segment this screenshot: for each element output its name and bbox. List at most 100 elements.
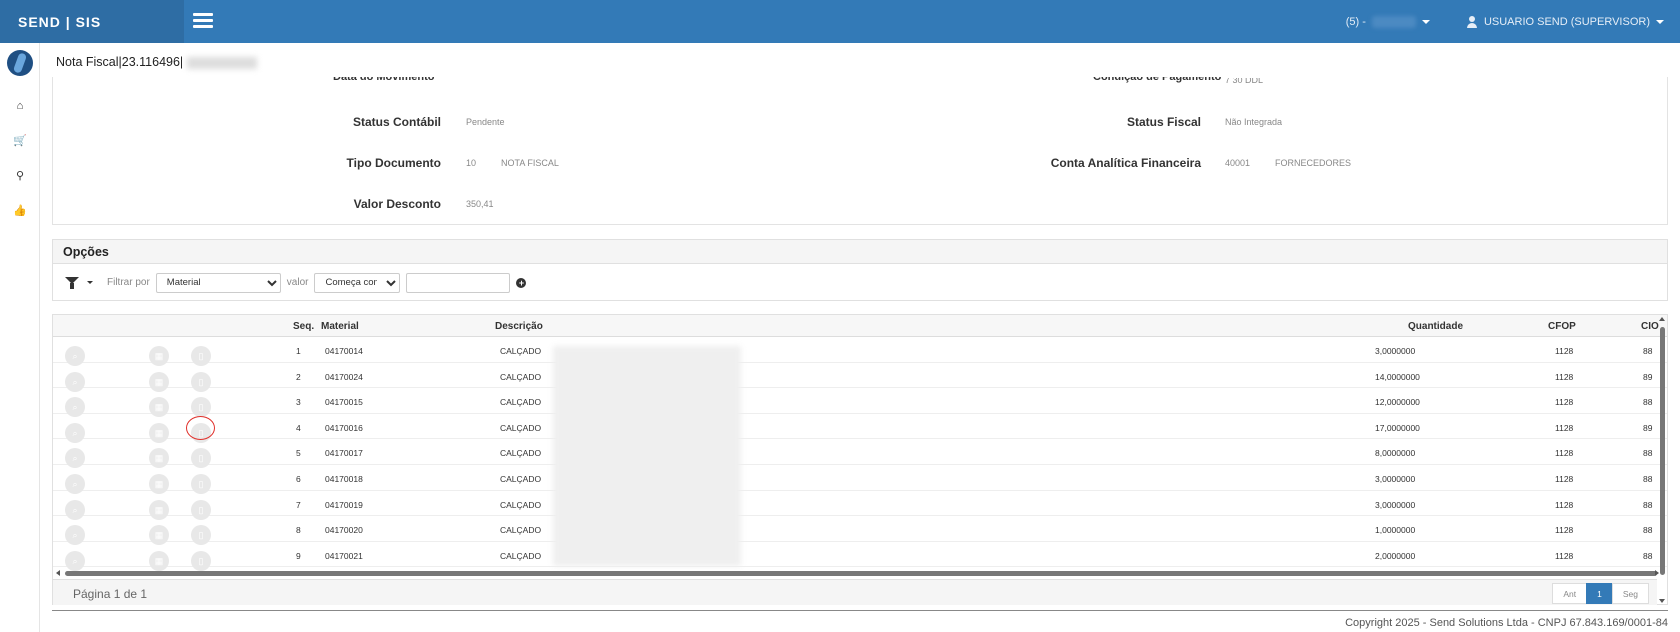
page-title: Nota Fiscal|23.116496|: [56, 55, 258, 69]
pager-next-button[interactable]: Seg: [1611, 583, 1649, 604]
cell-cfop: 1128: [1555, 346, 1574, 356]
cell-cfop: 1128: [1555, 473, 1574, 484]
cell-quantidade: 3,0000000: [1375, 499, 1416, 510]
grid-body: 1 04170014 CALÇADO 3,0000000 1128 88 2 04170024…: [53, 337, 1667, 571]
home-icon[interactable]: ⌂: [0, 88, 40, 123]
column-header-descricao[interactable]: Descrição: [495, 321, 543, 332]
table-row[interactable]: 5 04170017 CALÇADO 8,0000000 1128 88: [53, 439, 1667, 469]
horizontal-scrollbar[interactable]: [53, 568, 1659, 578]
company-label: (5) -: [1345, 15, 1366, 28]
scroll-left-arrow-icon[interactable]: [56, 570, 60, 576]
add-filter-icon[interactable]: +: [516, 277, 527, 288]
pagination: Ant 1 Seg: [1552, 583, 1649, 604]
cell-cio: 88: [1643, 550, 1653, 561]
cell-descricao: CALÇADO: [500, 550, 542, 561]
table-row[interactable]: 3 04170015 CALÇADO 12,0000000 1128 88: [53, 388, 1667, 418]
cell-seq: 5: [296, 448, 301, 459]
filter-field-select[interactable]: Material: [155, 272, 281, 293]
chevron-down-icon[interactable]: [87, 281, 93, 284]
field-value-valor-desconto: 350,41: [466, 199, 494, 209]
cell-material: 04170020: [325, 525, 363, 536]
field-value-conta: FORNECEDORES: [1275, 158, 1352, 168]
cell-seq: 4: [296, 422, 301, 433]
cell-cfop: 1128: [1555, 448, 1574, 459]
cell-cfop: 1128: [1555, 371, 1574, 382]
pager-prev-button[interactable]: Ant: [1552, 583, 1588, 604]
cart-icon[interactable]: 🛒: [0, 123, 40, 158]
cell-descricao: CALÇADO: [500, 473, 542, 484]
page-info: Página 1 de 1: [73, 587, 148, 601]
cell-material: 04170019: [325, 499, 363, 510]
cell-seq: 9: [296, 550, 301, 561]
column-header-material[interactable]: Material: [321, 321, 359, 332]
cell-quantidade: 3,0000000: [1375, 473, 1416, 484]
filter-value-input[interactable]: [406, 272, 511, 293]
vertical-scrollbar[interactable]: [1657, 315, 1667, 603]
cell-material: 04170018: [325, 473, 363, 484]
cell-seq: 6: [296, 473, 301, 484]
field-value-status-contabil: Pendente: [466, 117, 505, 127]
filter-by-label: Filtrar por: [107, 277, 150, 288]
table-row[interactable]: 2 04170024 CALÇADO 14,0000000 1128 89: [53, 363, 1667, 392]
cell-descricao: CALÇADO: [500, 371, 542, 382]
scroll-down-arrow-icon[interactable]: [1659, 599, 1665, 603]
cell-descricao: CALÇADO: [500, 346, 542, 356]
cell-cio: 88: [1643, 525, 1653, 536]
field-label-conta-analitica: Conta Analítica Financeira: [1050, 156, 1201, 170]
column-header-seq[interactable]: Seq.: [293, 321, 314, 332]
column-header-quantidade[interactable]: Quantidade: [1408, 321, 1463, 332]
value-label: valor: [286, 277, 309, 288]
filter-operator-select[interactable]: Começa com: [314, 272, 401, 293]
table-row[interactable]: 7 04170019 CALÇADO 3,0000000 1128 88: [53, 491, 1667, 520]
scroll-thumb[interactable]: [1660, 327, 1665, 575]
cell-cfop: 1128: [1555, 422, 1574, 433]
cell-material: 04170024: [325, 371, 363, 382]
cell-descricao: CALÇADO: [500, 525, 542, 536]
thumbs-up-icon[interactable]: 👍: [0, 193, 40, 228]
field-label-data-movimento: Data do Movimento: [333, 71, 435, 83]
cell-seq: 1: [296, 346, 301, 356]
cell-cio: 88: [1643, 346, 1653, 356]
cell-quantidade: 12,0000000: [1375, 397, 1420, 408]
cell-quantidade: 8,0000000: [1375, 448, 1416, 459]
field-label-status-contabil: Status Contábil: [352, 115, 441, 129]
field-value-status-fiscal: Não Integrada: [1225, 117, 1283, 127]
scroll-up-arrow-icon[interactable]: [1659, 317, 1665, 321]
cell-material: 04170014: [325, 346, 363, 356]
table-row[interactable]: 6 04170018 CALÇADO 3,0000000 1128 88: [53, 465, 1667, 494]
table-row[interactable]: 8 04170020 CALÇADO 1,0000000 1128 88: [53, 516, 1667, 546]
app-logo-icon[interactable]: [6, 50, 33, 76]
column-header-cfop[interactable]: CFOP: [1548, 321, 1576, 332]
cell-quantidade: 3,0000000: [1375, 346, 1416, 356]
user-menu[interactable]: USUARIO SEND (SUPERVISOR): [1466, 15, 1664, 28]
table-row[interactable]: 1 04170014 CALÇADO 3,0000000 1128 88: [53, 337, 1667, 366]
chevron-down-icon: [1421, 19, 1430, 24]
field-label-condicao-pagamento: Condição de Pagamento: [1093, 71, 1222, 83]
cell-seq: 8: [296, 525, 301, 536]
cell-cio: 88: [1643, 397, 1653, 408]
cell-descricao: CALÇADO: [500, 499, 542, 510]
document-title-redacted: [187, 56, 258, 69]
footer-divider: [52, 610, 1668, 611]
cell-cfop: 1128: [1555, 499, 1574, 510]
scroll-thumb[interactable]: [65, 571, 1657, 576]
cell-cio: 88: [1643, 473, 1653, 484]
cell-descricao: CALÇADO: [500, 397, 542, 408]
table-row[interactable]: 9 04170021 CALÇADO 2,0000000 1128 88: [53, 542, 1667, 571]
cell-cfop: 1128: [1555, 550, 1574, 561]
table-row[interactable]: 4 04170016 CALÇADO 17,0000000 1128 89: [53, 414, 1667, 443]
document-details-panel: Data do Movimento Condição de Pagamento …: [52, 77, 1668, 225]
company-selector[interactable]: (5) -: [1345, 15, 1430, 28]
hamburger-menu-icon[interactable]: [193, 13, 213, 29]
field-value-tipo-documento-code: 10: [466, 158, 477, 168]
cell-material: 04170016: [325, 422, 363, 433]
search-icon[interactable]: ⚲: [0, 158, 40, 193]
user-icon: [1466, 15, 1478, 28]
cell-material: 04170021: [325, 550, 363, 561]
pager-page-1[interactable]: 1: [1586, 583, 1613, 604]
field-value-tipo-documento: NOTA FISCAL: [501, 158, 559, 168]
brand-logo[interactable]: SEND | SIS: [0, 0, 184, 43]
filter-icon[interactable]: [65, 276, 79, 289]
cell-cio: 88: [1643, 448, 1653, 459]
highlight-annotation: [186, 416, 215, 440]
